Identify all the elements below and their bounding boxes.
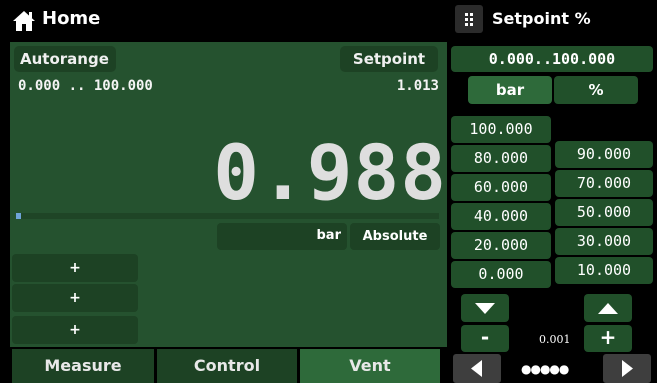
preset-90[interactable]: 90.000 (555, 141, 653, 168)
range-label: 0.000 .. 100.000 (18, 78, 153, 94)
setpoint-value: 1.013 (396, 78, 439, 94)
add-function-button-2[interactable]: + (12, 284, 138, 312)
tab-unit-percent[interactable]: % (554, 76, 638, 104)
page-title: Home (42, 8, 101, 29)
autorange-button[interactable]: Autorange (14, 46, 116, 72)
preset-70[interactable]: 70.000 (555, 170, 653, 197)
step-size-value: 0.001 (539, 333, 571, 346)
home-icon[interactable] (12, 10, 36, 32)
preset-80[interactable]: 80.000 (451, 145, 551, 172)
pressure-reading: 0.988 (213, 128, 447, 217)
caret-right-icon (622, 360, 633, 377)
decrease-arrow-button[interactable] (461, 294, 509, 322)
increase-arrow-button[interactable] (584, 294, 632, 322)
unit-label: bar (316, 228, 342, 243)
setpoint-panel: 0.000..100.000 bar % 100.000 80.000 60.0… (447, 40, 657, 383)
add-function-button-1[interactable]: + (12, 254, 138, 282)
setpoint-panel-title: Setpoint % (492, 9, 591, 28)
range-progress-fill (16, 213, 21, 219)
chevron-down-icon (475, 303, 495, 314)
add-function-button-3[interactable]: + (12, 316, 138, 344)
measurement-panel: Autorange Setpoint 0.000 .. 100.000 1.01… (10, 42, 447, 347)
preset-100[interactable]: 100.000 (451, 116, 551, 143)
preset-10[interactable]: 10.000 (555, 257, 653, 284)
chevron-up-icon (598, 303, 618, 314)
mode-selector[interactable]: Absolute (350, 223, 440, 250)
tab-vent[interactable]: Vent (300, 349, 440, 383)
grip-icon[interactable] (455, 5, 483, 33)
tab-control[interactable]: Control (157, 349, 297, 383)
preset-30[interactable]: 30.000 (555, 228, 653, 255)
right-top-bar: Setpoint % (447, 0, 657, 40)
tab-unit-bar[interactable]: bar (468, 76, 552, 104)
tab-measure[interactable]: Measure (12, 349, 154, 383)
preset-20[interactable]: 20.000 (451, 232, 551, 259)
next-page-button[interactable] (603, 354, 651, 383)
caret-left-icon (471, 360, 482, 377)
page-indicator: ●●●●● (521, 362, 569, 376)
previous-page-button[interactable] (453, 354, 501, 383)
increment-button[interactable]: + (584, 325, 632, 352)
preset-50[interactable]: 50.000 (555, 199, 653, 226)
top-bar: Home (0, 0, 447, 40)
preset-0[interactable]: 0.000 (451, 261, 551, 288)
preset-60[interactable]: 60.000 (451, 174, 551, 201)
preset-40[interactable]: 40.000 (451, 203, 551, 230)
decrement-button[interactable]: - (461, 325, 509, 352)
unit-selector[interactable]: bar (217, 223, 347, 250)
range-progress-bar (16, 213, 439, 219)
setpoint-range-button[interactable]: 0.000..100.000 (451, 46, 653, 72)
setpoint-button[interactable]: Setpoint (340, 46, 438, 72)
